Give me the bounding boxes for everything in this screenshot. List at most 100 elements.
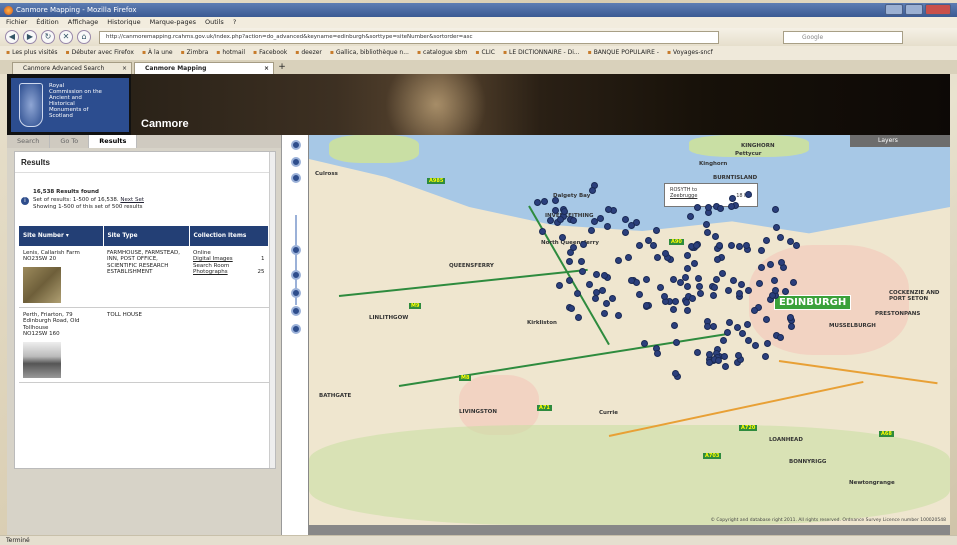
layers-button[interactable]: Layers: [850, 135, 950, 147]
bookmark-item[interactable]: BANQUE POPULAIRE -: [588, 46, 659, 60]
site-pin-icon[interactable]: [695, 275, 703, 283]
bookmark-item[interactable]: Voyages-sncf: [667, 46, 713, 60]
menu-edition[interactable]: Édition: [36, 17, 59, 28]
site-pin-icon[interactable]: [719, 336, 727, 344]
site-pin-icon[interactable]: [764, 340, 772, 348]
site-pin-icon[interactable]: [671, 298, 679, 306]
site-pin-icon[interactable]: [762, 353, 770, 361]
site-pin-icon[interactable]: [730, 277, 738, 285]
tab-results[interactable]: Results: [89, 135, 138, 148]
site-pin-icon[interactable]: [750, 307, 758, 315]
site-pin-icon[interactable]: [763, 236, 771, 244]
site-pin-icon[interactable]: [771, 287, 779, 295]
pan-icon[interactable]: [291, 157, 301, 167]
site-pin-icon[interactable]: [744, 320, 752, 328]
site-pin-icon[interactable]: [703, 228, 711, 236]
bookmark-item[interactable]: Débuter avec Firefox: [66, 46, 134, 60]
map-canvas[interactable]: A985 A90 A71 A720 A703 A68 M8 M9 KINGHOR…: [309, 135, 950, 525]
site-pin-icon[interactable]: [693, 241, 701, 249]
site-pin-icon[interactable]: [555, 282, 563, 290]
site-pin-icon[interactable]: [682, 274, 690, 282]
site-pin-icon[interactable]: [592, 271, 600, 279]
tab-canmore-mapping[interactable]: Canmore Mapping ×: [134, 62, 274, 74]
site-pin-icon[interactable]: [566, 257, 574, 265]
site-pin-icon[interactable]: [744, 286, 752, 294]
site-pin-icon[interactable]: [671, 370, 679, 378]
site-pin-icon[interactable]: [574, 289, 582, 297]
site-pin-icon[interactable]: [615, 256, 623, 264]
search-input[interactable]: Google: [783, 30, 903, 44]
tab-go-to[interactable]: Go To: [50, 135, 90, 148]
forward-icon[interactable]: ▶: [23, 30, 37, 44]
site-pin-icon[interactable]: [669, 305, 677, 313]
site-pin-icon[interactable]: [603, 300, 611, 308]
site-pin-icon[interactable]: [710, 291, 717, 299]
close-tab-icon[interactable]: ×: [264, 63, 269, 74]
next-set-link[interactable]: Next Set: [120, 197, 144, 203]
zoom-in-icon[interactable]: [291, 173, 301, 183]
site-pin-icon[interactable]: [591, 217, 599, 225]
site-pin-icon[interactable]: [710, 323, 718, 331]
photographs-link[interactable]: Photographs: [193, 269, 228, 276]
site-pin-icon[interactable]: [777, 333, 785, 341]
site-pin-icon[interactable]: [683, 251, 691, 259]
site-pin-icon[interactable]: [570, 216, 578, 224]
bookmark-item[interactable]: Gallica, bibliothèque n...: [330, 46, 409, 60]
tab-search[interactable]: Search: [7, 135, 51, 148]
hand-tool-icon[interactable]: [291, 288, 301, 298]
bookmark-item[interactable]: LE DICTIONNAIRE - Di...: [503, 46, 580, 60]
menu-outils[interactable]: Outils: [205, 17, 224, 28]
site-pin-icon[interactable]: [601, 310, 609, 318]
reload-icon[interactable]: ↻: [41, 30, 55, 44]
site-pin-icon[interactable]: [744, 337, 752, 345]
bookmark-item[interactable]: deezer: [295, 46, 322, 60]
site-pin-icon[interactable]: [641, 339, 649, 347]
site-pin-icon[interactable]: [609, 294, 617, 302]
site-pin-icon[interactable]: [697, 289, 705, 297]
site-pin-icon[interactable]: [589, 186, 597, 194]
site-pin-icon[interactable]: [711, 284, 719, 292]
site-pin-icon[interactable]: [556, 215, 564, 223]
site-pin-icon[interactable]: [684, 282, 692, 290]
site-pin-icon[interactable]: [683, 307, 691, 315]
site-pin-icon[interactable]: [684, 264, 692, 272]
site-pin-icon[interactable]: [735, 242, 743, 250]
site-pin-icon[interactable]: [695, 283, 703, 290]
site-pin-icon[interactable]: [587, 226, 595, 234]
site-pin-icon[interactable]: [689, 295, 697, 303]
site-name-link[interactable]: Perth, Friarton, 79 Edinburgh Road, Old …: [23, 312, 99, 332]
ferry-destination[interactable]: Zeebrugge: [670, 193, 697, 199]
site-pin-icon[interactable]: [735, 290, 743, 298]
bookmark-item[interactable]: hotmail: [216, 46, 245, 60]
site-pin-icon[interactable]: [627, 221, 635, 229]
site-pin-icon[interactable]: [598, 286, 606, 294]
url-input[interactable]: http://canmoremapping.rcahms.gov.uk/inde…: [99, 30, 719, 44]
close-window-button[interactable]: [925, 4, 951, 15]
site-pin-icon[interactable]: [654, 350, 662, 358]
collapse-panel-icon[interactable]: [291, 140, 301, 150]
site-pin-icon[interactable]: [776, 233, 784, 241]
site-pin-icon[interactable]: [728, 202, 736, 210]
site-pin-icon[interactable]: [792, 241, 800, 249]
site-pin-icon[interactable]: [737, 281, 745, 289]
bookmark-item[interactable]: Zimbra: [181, 46, 209, 60]
col-site-number[interactable]: Site Number ▾: [19, 225, 104, 246]
search-tool-icon[interactable]: [291, 306, 301, 316]
site-pin-icon[interactable]: [567, 305, 575, 313]
home-icon[interactable]: ⌂: [77, 30, 91, 44]
site-pin-icon[interactable]: [787, 322, 795, 330]
site-pin-icon[interactable]: [714, 256, 722, 264]
stop-icon[interactable]: ✕: [59, 30, 73, 44]
site-pin-icon[interactable]: [772, 223, 780, 231]
site-pin-icon[interactable]: [628, 276, 636, 284]
site-thumbnail[interactable]: [23, 341, 61, 378]
site-pin-icon[interactable]: [575, 313, 583, 321]
new-tab-button[interactable]: +: [276, 62, 288, 74]
site-pin-icon[interactable]: [600, 271, 608, 279]
site-pin-icon[interactable]: [693, 348, 701, 356]
site-pin-icon[interactable]: [653, 226, 661, 234]
menu-help[interactable]: ?: [233, 17, 236, 28]
bookmark-item[interactable]: catalogue sbm: [417, 46, 467, 60]
site-pin-icon[interactable]: [650, 242, 658, 250]
menu-fichier[interactable]: Fichier: [6, 17, 27, 28]
